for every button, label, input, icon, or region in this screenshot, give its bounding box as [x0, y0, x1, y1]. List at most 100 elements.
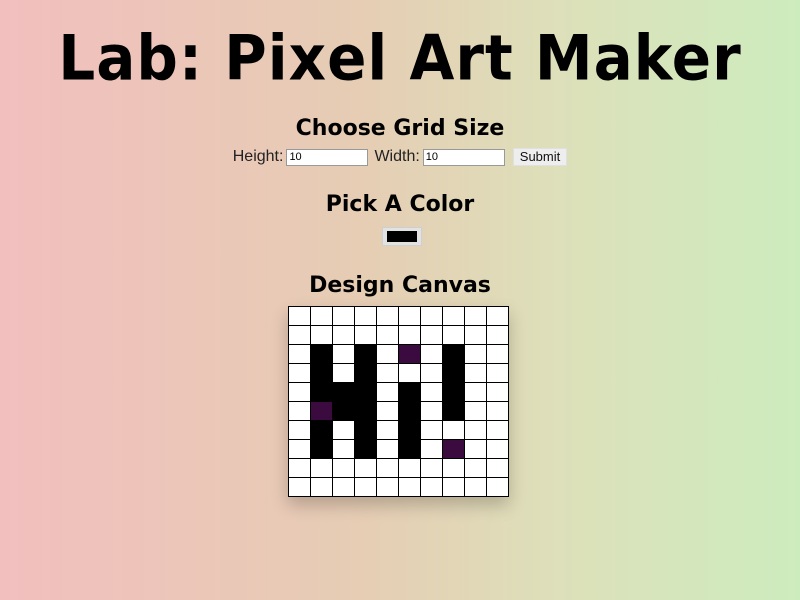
canvas-cell[interactable] — [354, 306, 377, 326]
canvas-cell[interactable] — [376, 477, 399, 497]
canvas-cell[interactable] — [354, 458, 377, 478]
canvas-cell[interactable] — [376, 344, 399, 364]
canvas-cell[interactable] — [486, 401, 509, 421]
canvas-cell[interactable] — [376, 306, 399, 326]
canvas-cell[interactable] — [332, 382, 355, 402]
canvas-cell[interactable] — [332, 420, 355, 440]
canvas-cell[interactable] — [486, 325, 509, 345]
canvas-cell[interactable] — [310, 306, 333, 326]
canvas-cell[interactable] — [398, 382, 421, 402]
canvas-cell[interactable] — [332, 363, 355, 383]
canvas-cell[interactable] — [486, 439, 509, 459]
canvas-cell[interactable] — [310, 344, 333, 364]
canvas-cell[interactable] — [288, 477, 311, 497]
canvas-cell[interactable] — [398, 477, 421, 497]
submit-button[interactable]: Submit — [512, 148, 568, 166]
canvas-cell[interactable] — [420, 363, 443, 383]
canvas-cell[interactable] — [354, 382, 377, 402]
canvas-cell[interactable] — [442, 344, 465, 364]
canvas-cell[interactable] — [398, 458, 421, 478]
canvas-cell[interactable] — [464, 382, 487, 402]
canvas-cell[interactable] — [288, 439, 311, 459]
canvas-cell[interactable] — [486, 344, 509, 364]
canvas-cell[interactable] — [332, 401, 355, 421]
canvas-cell[interactable] — [310, 477, 333, 497]
canvas-cell[interactable] — [464, 458, 487, 478]
canvas-cell[interactable] — [376, 439, 399, 459]
canvas-cell[interactable] — [464, 363, 487, 383]
canvas-cell[interactable] — [310, 382, 333, 402]
canvas-cell[interactable] — [310, 458, 333, 478]
canvas-cell[interactable] — [310, 325, 333, 345]
canvas-cell[interactable] — [332, 439, 355, 459]
canvas-cell[interactable] — [420, 420, 443, 440]
canvas-cell[interactable] — [442, 439, 465, 459]
canvas-cell[interactable] — [486, 306, 509, 326]
canvas-cell[interactable] — [398, 344, 421, 364]
design-canvas[interactable] — [288, 306, 509, 497]
canvas-cell[interactable] — [420, 401, 443, 421]
canvas-cell[interactable] — [354, 363, 377, 383]
canvas-cell[interactable] — [420, 344, 443, 364]
canvas-cell[interactable] — [442, 306, 465, 326]
canvas-cell[interactable] — [376, 420, 399, 440]
canvas-cell[interactable] — [288, 420, 311, 440]
canvas-cell[interactable] — [442, 401, 465, 421]
canvas-cell[interactable] — [420, 325, 443, 345]
canvas-cell[interactable] — [420, 382, 443, 402]
canvas-cell[interactable] — [442, 325, 465, 345]
canvas-cell[interactable] — [398, 306, 421, 326]
canvas-cell[interactable] — [398, 325, 421, 345]
width-input[interactable] — [422, 148, 505, 166]
canvas-cell[interactable] — [310, 363, 333, 383]
canvas-cell[interactable] — [420, 439, 443, 459]
height-input[interactable] — [286, 148, 369, 166]
canvas-cell[interactable] — [332, 344, 355, 364]
canvas-cell[interactable] — [442, 477, 465, 497]
canvas-cell[interactable] — [376, 382, 399, 402]
canvas-cell[interactable] — [486, 477, 509, 497]
canvas-cell[interactable] — [288, 306, 311, 326]
canvas-cell[interactable] — [398, 420, 421, 440]
canvas-cell[interactable] — [464, 420, 487, 440]
canvas-cell[interactable] — [354, 325, 377, 345]
canvas-cell[interactable] — [288, 401, 311, 421]
canvas-cell[interactable] — [398, 439, 421, 459]
canvas-cell[interactable] — [442, 382, 465, 402]
canvas-cell[interactable] — [310, 401, 333, 421]
canvas-cell[interactable] — [420, 306, 443, 326]
canvas-cell[interactable] — [486, 420, 509, 440]
canvas-cell[interactable] — [354, 420, 377, 440]
canvas-cell[interactable] — [332, 325, 355, 345]
canvas-cell[interactable] — [354, 401, 377, 421]
color-picker[interactable] — [382, 227, 422, 246]
canvas-cell[interactable] — [310, 439, 333, 459]
canvas-cell[interactable] — [464, 439, 487, 459]
canvas-cell[interactable] — [464, 344, 487, 364]
canvas-cell[interactable] — [288, 458, 311, 478]
canvas-cell[interactable] — [332, 458, 355, 478]
canvas-cell[interactable] — [376, 458, 399, 478]
canvas-cell[interactable] — [376, 325, 399, 345]
canvas-cell[interactable] — [310, 420, 333, 440]
canvas-cell[interactable] — [332, 306, 355, 326]
canvas-cell[interactable] — [354, 344, 377, 364]
canvas-cell[interactable] — [486, 363, 509, 383]
canvas-cell[interactable] — [464, 325, 487, 345]
canvas-cell[interactable] — [464, 306, 487, 326]
canvas-cell[interactable] — [332, 477, 355, 497]
canvas-cell[interactable] — [442, 420, 465, 440]
canvas-cell[interactable] — [486, 382, 509, 402]
canvas-cell[interactable] — [376, 401, 399, 421]
canvas-cell[interactable] — [442, 458, 465, 478]
canvas-cell[interactable] — [288, 363, 311, 383]
canvas-cell[interactable] — [442, 363, 465, 383]
canvas-cell[interactable] — [420, 458, 443, 478]
canvas-cell[interactable] — [288, 325, 311, 345]
canvas-cell[interactable] — [420, 477, 443, 497]
canvas-cell[interactable] — [398, 363, 421, 383]
canvas-cell[interactable] — [464, 401, 487, 421]
canvas-cell[interactable] — [354, 477, 377, 497]
canvas-cell[interactable] — [398, 401, 421, 421]
canvas-cell[interactable] — [354, 439, 377, 459]
